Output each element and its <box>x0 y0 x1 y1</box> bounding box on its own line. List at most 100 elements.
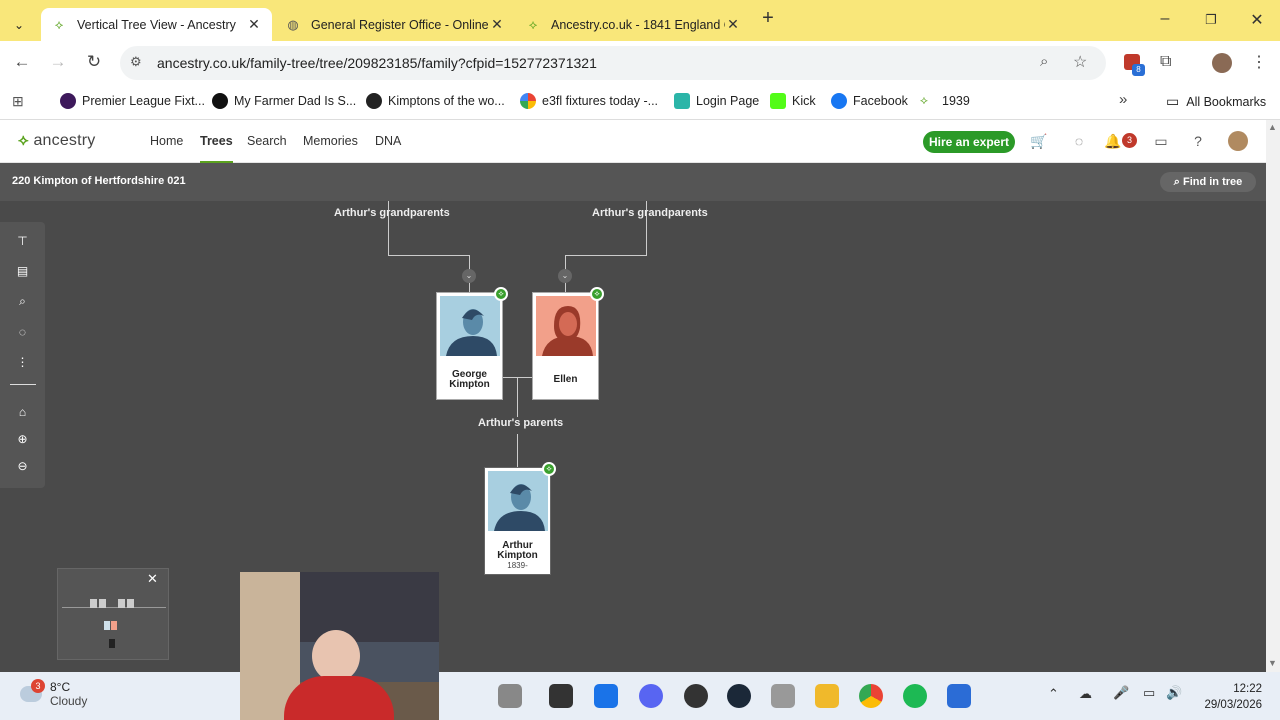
hint-leaf-icon[interactable]: ⟡ <box>590 287 604 301</box>
hint-leaf-icon[interactable]: ⟡ <box>494 287 508 301</box>
zoom-in-icon[interactable]: ⊕ <box>0 432 45 446</box>
close-icon[interactable]: ✕ <box>725 16 741 33</box>
scroll-down-icon[interactable]: ▼ <box>1268 658 1277 668</box>
user-avatar[interactable] <box>1228 131 1248 151</box>
minimap-node <box>90 599 97 608</box>
hints-leaf-icon[interactable]: ◌ <box>1070 133 1088 149</box>
restore-button[interactable]: ❐ <box>1201 12 1221 28</box>
weather-widget[interactable]: 8°C Cloudy <box>50 680 87 708</box>
spotify-icon[interactable] <box>903 684 927 708</box>
app-icon[interactable] <box>947 684 971 708</box>
nav-home[interactable]: Home <box>150 134 183 148</box>
windows-taskbar: 3 8°C Cloudy ⌃ ☁ 🎤 ▭ 🔊 12:22 29/03/2026 <box>0 672 1280 720</box>
address-bar[interactable]: ⚙ ancestry.co.uk/family-tree/tree/209823… <box>120 46 1106 80</box>
app-icon[interactable] <box>549 684 573 708</box>
find-in-tree-button[interactable]: ⌕ Find in tree <box>1160 172 1256 192</box>
chrome-icon[interactable] <box>859 684 883 708</box>
tree-name[interactable]: 220 Kimpton of Hertfordshire 021 <box>12 175 186 187</box>
close-icon[interactable]: ✕ <box>147 571 158 587</box>
file-explorer-icon[interactable] <box>815 684 839 708</box>
person-last-name: Kimpton <box>449 379 490 390</box>
media-gallery-icon[interactable]: ▤ <box>0 264 45 278</box>
onedrive-cloud-icon[interactable]: ☁ <box>1079 686 1092 702</box>
messages-icon[interactable]: ▭ <box>1152 133 1170 150</box>
chevron-down-icon: ⌄ <box>14 17 25 32</box>
system-clock[interactable]: 12:22 29/03/2026 <box>1200 681 1262 713</box>
steam-icon[interactable] <box>727 684 751 708</box>
bookmark-my-farmer-dad[interactable]: My Farmer Dad Is S... <box>212 93 356 109</box>
person-card-arthur[interactable]: Arthur Kimpton 1839- <box>484 467 551 575</box>
bell-icon[interactable]: 🔔 <box>1104 133 1122 150</box>
tab-vertical-tree-view[interactable]: ⟡ Vertical Tree View - Ancestry ✕ <box>41 8 272 41</box>
tree-view-icon[interactable]: ⊤ <box>0 234 45 248</box>
outlook-icon[interactable] <box>594 684 618 708</box>
tab-list-button[interactable]: ⌄ <box>8 8 34 41</box>
scroll-up-icon[interactable]: ▲ <box>1268 122 1277 132</box>
minimize-button[interactable]: – <box>1155 10 1175 28</box>
all-bookmarks-folder[interactable]: ▭ All Bookmarks <box>1166 93 1266 110</box>
cart-icon[interactable]: 🛒 <box>1030 133 1048 150</box>
profile-avatar[interactable] <box>1212 53 1232 73</box>
nav-dna[interactable]: DNA <box>375 134 401 148</box>
person-first-name: Ellen <box>553 374 578 385</box>
close-icon[interactable]: ✕ <box>489 16 505 33</box>
reload-button[interactable]: ↻ <box>82 52 106 72</box>
hint-leaf-icon[interactable]: ⟡ <box>542 462 556 476</box>
grandparents-label: Arthur's grandparents <box>592 207 708 219</box>
bookmark-star-icon[interactable]: ☆ <box>1073 52 1087 72</box>
login-icon <box>674 93 690 109</box>
discord-icon[interactable] <box>639 684 663 708</box>
folder-icon: ▭ <box>1166 93 1180 109</box>
close-window-button[interactable]: ✕ <box>1247 10 1267 30</box>
app-icon[interactable] <box>771 684 795 708</box>
help-icon[interactable]: ? <box>1189 133 1207 149</box>
tab-general-register-office[interactable]: ◍ General Register Office - Online ✕ <box>275 8 515 41</box>
site-info-icon[interactable]: ⚙ <box>130 54 142 70</box>
tree-canvas[interactable]: father mother father mother Arthur's gra… <box>0 201 1266 671</box>
bookmark-e3fl-fixtures[interactable]: e3fl fixtures today -... <box>520 93 658 109</box>
bookmark-label: e3fl fixtures today -... <box>542 94 659 108</box>
nav-search[interactable]: Search <box>247 134 287 148</box>
bookmark-kimptons[interactable]: Kimptons of the wo... <box>366 93 505 109</box>
tree-minimap[interactable]: ✕ <box>57 568 169 660</box>
extensions-puzzle-icon[interactable]: ⧉ <box>1160 53 1171 71</box>
back-button[interactable]: ← <box>10 52 34 72</box>
apps-grid-icon[interactable]: ⊞ <box>12 93 24 110</box>
obs-icon[interactable] <box>684 684 708 708</box>
volume-icon[interactable]: 🔊 <box>1166 685 1182 701</box>
ancestry-leaf-icon: ⟡ <box>18 132 29 149</box>
more-bookmarks-icon[interactable]: » <box>1119 91 1127 108</box>
find-in-tree-label: Find in tree <box>1182 176 1243 188</box>
forward-button[interactable]: → <box>46 52 70 72</box>
more-options-icon[interactable]: ⋮ <box>0 355 45 369</box>
home-person-icon[interactable]: ⌂ <box>0 405 45 419</box>
person-card-george[interactable]: George Kimpton <box>436 292 503 400</box>
tab-ancestry-1841[interactable]: ⟡ Ancestry.co.uk - 1841 England C ✕ <box>515 8 751 41</box>
weather-condition: Cloudy <box>50 694 88 708</box>
ancestry-logo[interactable]: ⟡ ancestry <box>18 132 96 150</box>
chevron-up-icon[interactable]: ⌃ <box>1048 686 1059 702</box>
bookmark-facebook[interactable]: Facebook <box>831 93 908 109</box>
facebook-icon <box>831 93 847 109</box>
bookmark-kick[interactable]: Kick <box>770 93 816 109</box>
person-card-ellen[interactable]: Ellen <box>532 292 599 400</box>
page-scrollbar[interactable]: ▲ ▼ <box>1266 120 1280 672</box>
close-icon[interactable]: ✕ <box>246 16 262 33</box>
hints-icon[interactable]: ◌ <box>0 325 45 339</box>
microphone-icon[interactable]: 🎤 <box>1113 685 1129 701</box>
menu-kebab-icon[interactable]: ⋮ <box>1251 52 1267 72</box>
zoom-out-icon[interactable]: ⊖ <box>0 459 45 473</box>
nav-memories[interactable]: Memories <box>303 134 358 148</box>
app-icon[interactable] <box>498 684 522 708</box>
expand-chevron-icon[interactable]: ⌄ <box>558 269 572 283</box>
hire-expert-button[interactable]: Hire an expert <box>923 131 1015 153</box>
expand-chevron-icon[interactable]: ⌄ <box>462 269 476 283</box>
tree-search-icon[interactable]: ⌕ <box>0 294 45 309</box>
bookmark-login-page[interactable]: Login Page <box>674 93 759 109</box>
bookmark-premier-league[interactable]: Premier League Fixt... <box>60 93 205 109</box>
network-icon[interactable]: ▭ <box>1143 685 1155 701</box>
bookmark-1939[interactable]: ⟡ 1939 <box>920 93 970 109</box>
nav-trees[interactable]: Trees <box>200 134 233 163</box>
zoom-icon[interactable]: ⌕ <box>1040 53 1048 70</box>
new-tab-button[interactable]: + <box>758 7 778 30</box>
